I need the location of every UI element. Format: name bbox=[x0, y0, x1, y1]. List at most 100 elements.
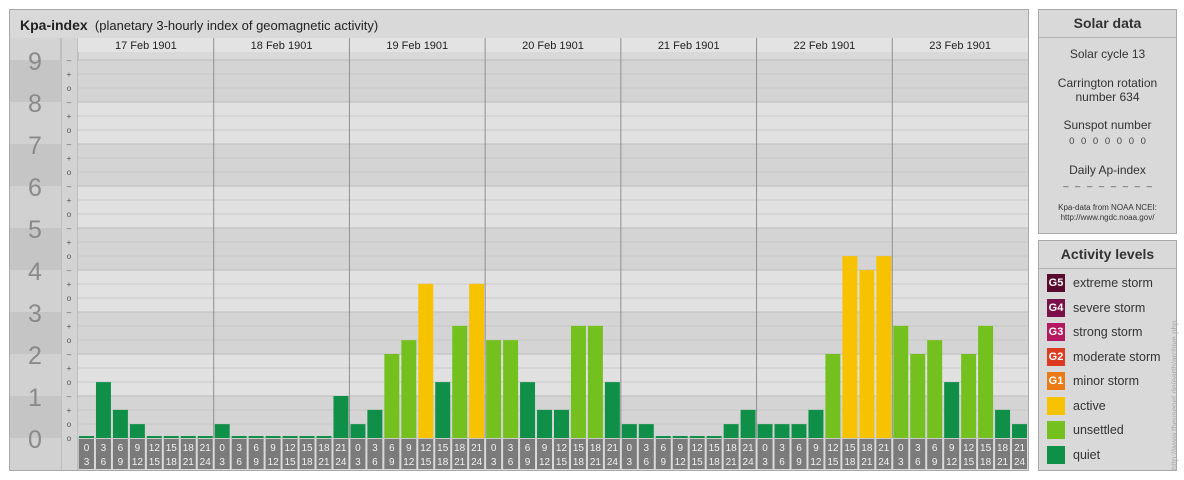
kpa-bar bbox=[672, 436, 688, 438]
kpa-bar bbox=[452, 325, 468, 438]
kpa-bar bbox=[978, 325, 994, 438]
y-minor-mark: – bbox=[67, 350, 72, 359]
y-tick-label: 4 bbox=[28, 258, 42, 286]
hour-start-label: 0 bbox=[491, 443, 497, 454]
hour-start-label: 15 bbox=[709, 443, 721, 454]
hour-end-label: 9 bbox=[796, 457, 802, 468]
hour-end-label: 6 bbox=[779, 457, 785, 468]
chart-title: Kpa-index (planetary 3-hourly index of g… bbox=[20, 17, 378, 33]
hour-end-label: 6 bbox=[372, 457, 378, 468]
date-label: 19 Feb 1901 bbox=[386, 40, 448, 52]
y-minor-mark: o bbox=[67, 434, 72, 443]
kpa-bar bbox=[231, 436, 247, 438]
hour-start-label: 18 bbox=[454, 443, 466, 454]
legend-label: severe storm bbox=[1073, 300, 1146, 315]
y-tick-label: 5 bbox=[28, 216, 42, 244]
hour-start-label: 15 bbox=[437, 443, 449, 454]
y-minor-mark: – bbox=[67, 140, 72, 149]
hour-start-label: 9 bbox=[949, 443, 955, 454]
hour-end-label: 18 bbox=[437, 457, 449, 468]
hour-end-label: 21 bbox=[590, 457, 602, 468]
hour-end-label: 24 bbox=[878, 457, 890, 468]
chart-title-main: Kpa-index bbox=[20, 17, 88, 33]
carrington-line2: number 634 bbox=[1075, 90, 1140, 104]
hour-start-label: 3 bbox=[372, 443, 378, 454]
hour-start-label: 0 bbox=[84, 443, 90, 454]
hour-end-label: 9 bbox=[525, 457, 531, 468]
hour-end-label: 9 bbox=[660, 457, 666, 468]
legend-label: active bbox=[1073, 398, 1106, 413]
hour-end-label: 12 bbox=[810, 457, 822, 468]
solar-cycle: Solar cycle 13 bbox=[1069, 47, 1146, 61]
legend-swatch: G1 bbox=[1047, 372, 1065, 390]
hour-start-label: 0 bbox=[898, 443, 904, 454]
kpa-bar bbox=[401, 340, 417, 438]
y-minor-mark: o bbox=[67, 420, 72, 429]
hour-start-label: 18 bbox=[861, 443, 873, 454]
sunspot-label: Sunspot number bbox=[1063, 118, 1152, 132]
y-minor-mark: – bbox=[67, 266, 72, 275]
kpa-bar bbox=[129, 424, 145, 438]
hour-start-label: 12 bbox=[692, 443, 704, 454]
kpa-bar bbox=[706, 436, 722, 438]
y-band bbox=[78, 60, 1028, 102]
hour-end-label: 18 bbox=[573, 457, 585, 468]
hour-start-label: 12 bbox=[556, 443, 568, 454]
hour-start-label: 3 bbox=[644, 443, 650, 454]
legend-item: quiet bbox=[1047, 445, 1100, 465]
legend-item: G3 strong storm bbox=[1047, 322, 1142, 342]
source-line2: http://www.ngdc.noaa.gov/ bbox=[1060, 213, 1155, 222]
hour-end-label: 9 bbox=[118, 457, 124, 468]
hour-start-label: 15 bbox=[166, 443, 178, 454]
hour-start-label: 15 bbox=[844, 443, 856, 454]
hour-start-label: 9 bbox=[542, 443, 548, 454]
date-label: 17 Feb 1901 bbox=[115, 40, 177, 52]
hour-start-label: 3 bbox=[915, 443, 921, 454]
legend-item: G2 moderate storm bbox=[1047, 347, 1161, 367]
hour-start-label: 0 bbox=[627, 443, 633, 454]
hour-start-label: 3 bbox=[101, 443, 107, 454]
y-minor-mark: o bbox=[67, 210, 72, 219]
hour-end-label: 21 bbox=[318, 457, 330, 468]
y-minor-mark: + bbox=[67, 70, 72, 79]
kpa-bar bbox=[655, 436, 671, 438]
kpa-bar bbox=[333, 396, 349, 438]
hour-start-label: 9 bbox=[677, 443, 683, 454]
hour-end-label: 18 bbox=[301, 457, 313, 468]
hour-start-label: 21 bbox=[1014, 443, 1026, 454]
kpa-bar bbox=[910, 354, 926, 438]
y-minor-mark: + bbox=[67, 112, 72, 121]
hour-start-label: 6 bbox=[660, 443, 666, 454]
hour-start-label: 9 bbox=[135, 443, 141, 454]
kpa-bar bbox=[469, 283, 485, 438]
hour-start-label: 6 bbox=[932, 443, 938, 454]
hour-end-label: 6 bbox=[101, 457, 107, 468]
hour-start-label: 0 bbox=[219, 443, 225, 454]
watermark-url: http://www.theusenet.de/earth/archive.ph… bbox=[1170, 320, 1179, 470]
hour-end-label: 6 bbox=[508, 457, 514, 468]
y-minor-mark: o bbox=[67, 378, 72, 387]
hour-start-label: 0 bbox=[762, 443, 768, 454]
chart-subtitle: (planetary 3-hourly index of geomagnetic… bbox=[94, 18, 379, 33]
hour-end-label: 15 bbox=[963, 457, 975, 468]
hour-end-label: 12 bbox=[268, 457, 280, 468]
hour-start-label: 15 bbox=[980, 443, 992, 454]
legend-label: unsettled bbox=[1073, 423, 1124, 437]
y-tick-label: 6 bbox=[28, 174, 42, 202]
legend-item: G5 extreme storm bbox=[1047, 273, 1153, 293]
y-band bbox=[78, 186, 1028, 228]
hour-end-label: 12 bbox=[946, 457, 958, 468]
hour-end-label: 6 bbox=[236, 457, 242, 468]
hour-end-label: 9 bbox=[932, 457, 938, 468]
hour-end-label: 12 bbox=[675, 457, 687, 468]
legend-swatch: G3 bbox=[1047, 323, 1065, 341]
kpa-bar bbox=[180, 436, 196, 438]
legend-item: active bbox=[1047, 396, 1106, 416]
date-label: 18 Feb 1901 bbox=[251, 40, 313, 52]
date-label: 20 Feb 1901 bbox=[522, 40, 584, 52]
y-minor-mark: + bbox=[67, 196, 72, 205]
date-label: 22 Feb 1901 bbox=[794, 40, 856, 52]
y-minor-mark: o bbox=[67, 84, 72, 93]
kpa-bar bbox=[740, 409, 756, 438]
y-tick-label: 2 bbox=[28, 342, 42, 370]
